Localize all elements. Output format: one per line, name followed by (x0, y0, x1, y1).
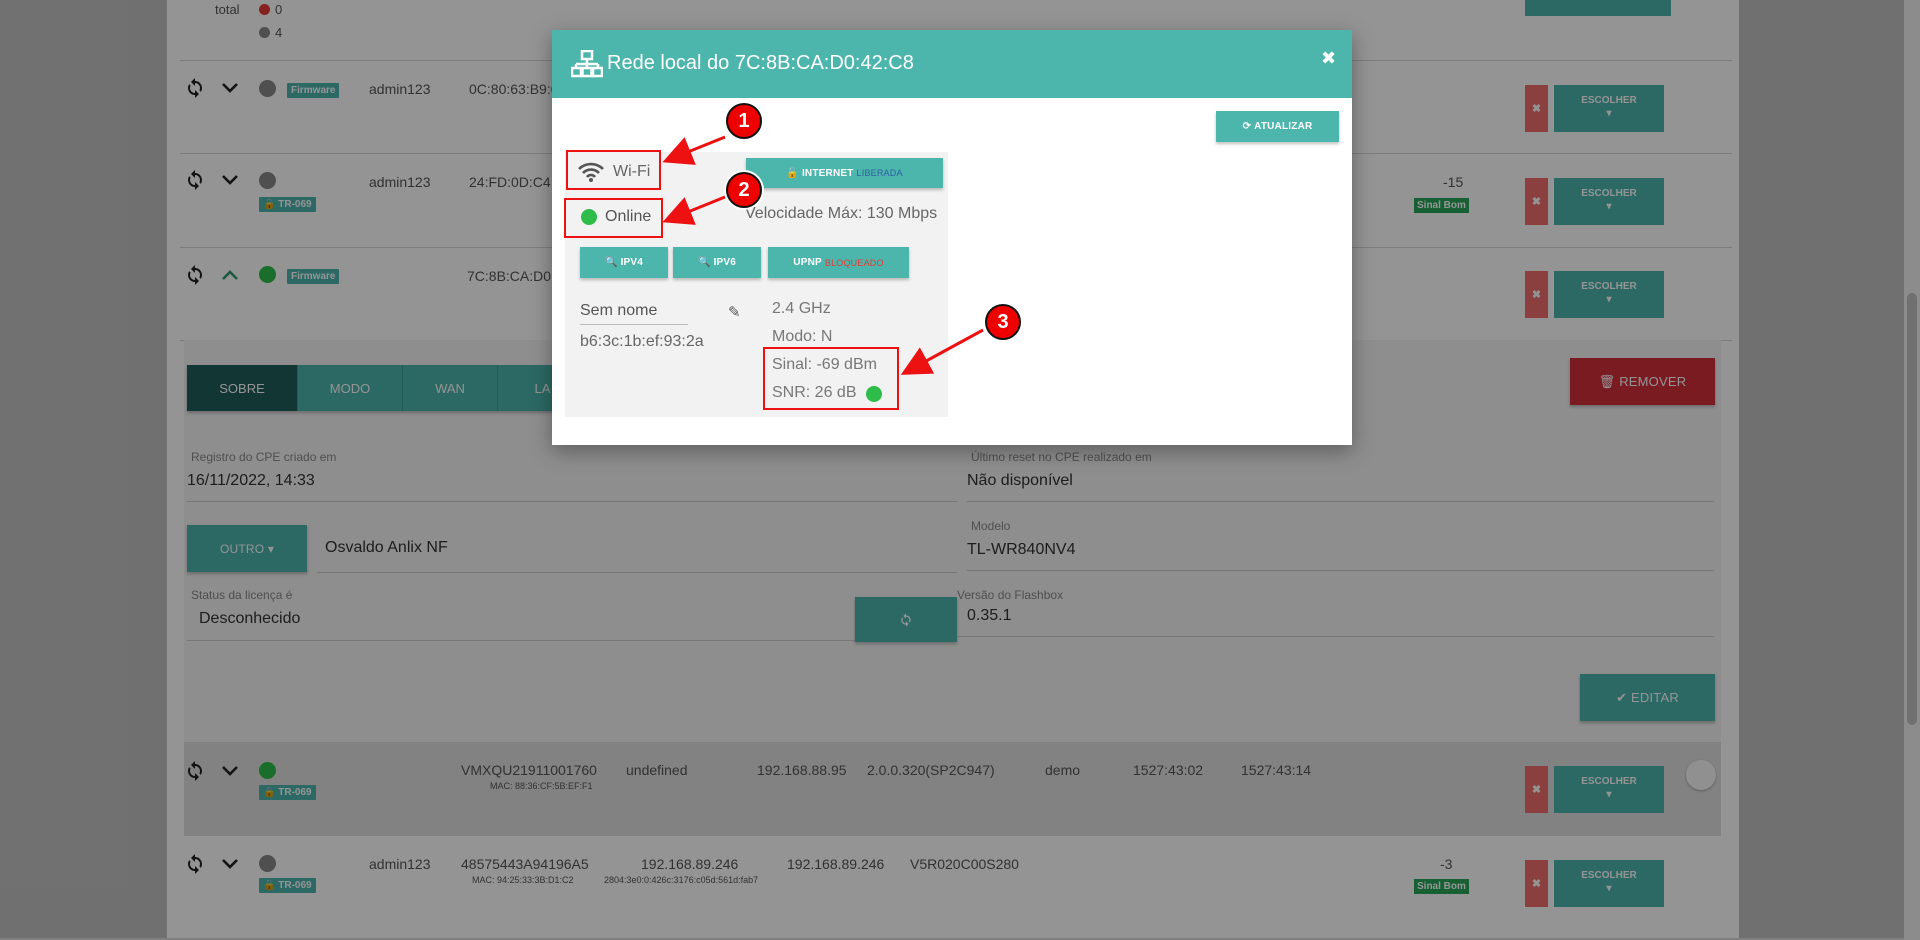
annotation-badge-2: 2 (726, 172, 762, 208)
arrow-2 (662, 195, 726, 225)
annotation-arrows (662, 135, 984, 375)
annotation-badge-3: 3 (985, 304, 1021, 340)
annotation-badge-1: 1 (726, 103, 762, 139)
arrow-3 (900, 328, 984, 375)
arrow-1 (662, 135, 726, 165)
